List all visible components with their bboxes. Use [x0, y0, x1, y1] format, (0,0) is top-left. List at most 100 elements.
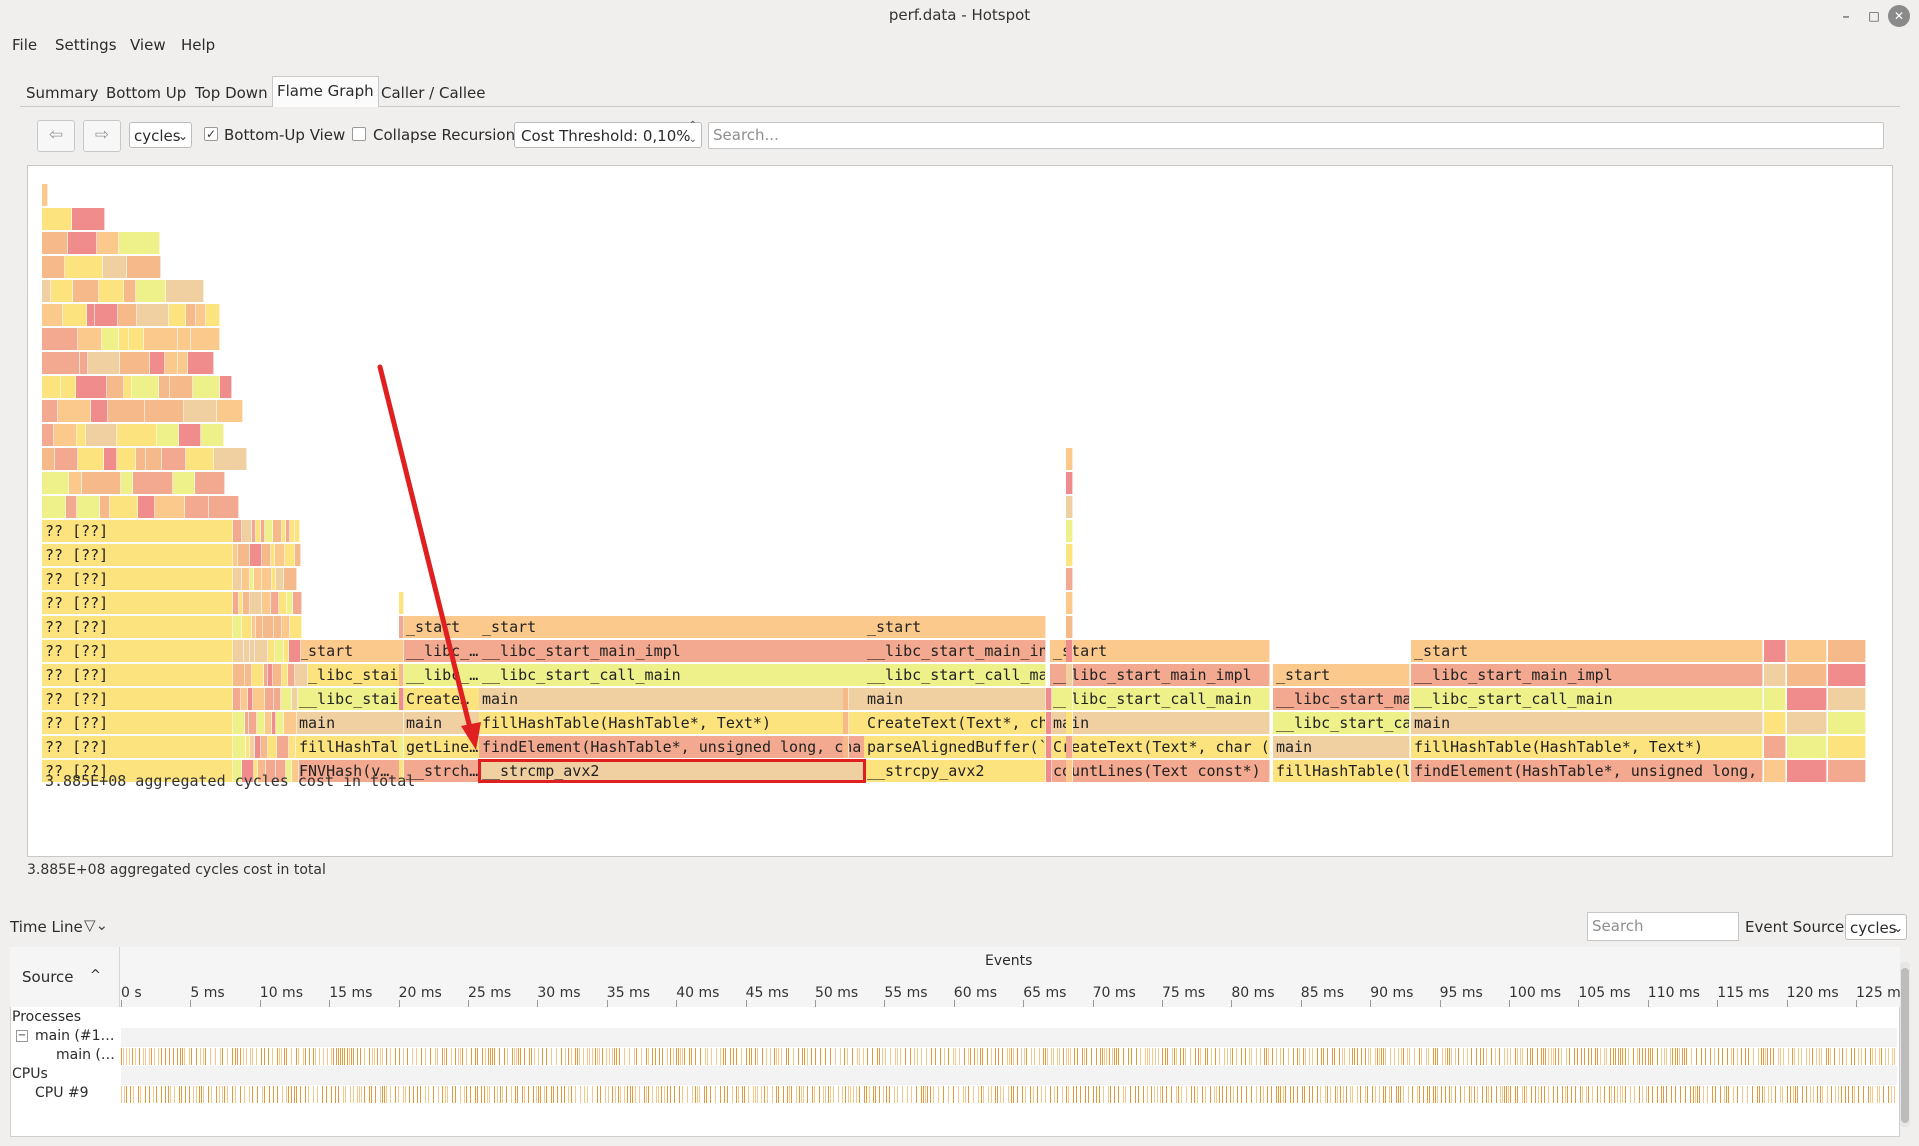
flame-frame-narrow[interactable]: [179, 424, 201, 446]
spin-arrows-icon[interactable]: ⌃ ⌄: [689, 119, 697, 147]
flame-frame[interactable]: main: [1411, 712, 1763, 734]
flame-frame-narrow[interactable]: [250, 592, 262, 614]
flame-frame-narrow[interactable]: [233, 640, 244, 662]
timeline-search-input[interactable]: Search: [1587, 912, 1739, 941]
event-type-select[interactable]: cycles ⌄: [129, 122, 192, 148]
flame-frame-narrow[interactable]: [1066, 712, 1073, 734]
flame-frame-narrow[interactable]: [1764, 640, 1786, 662]
flame-frame[interactable]: main: [403, 712, 483, 734]
flame-frame-narrow[interactable]: [265, 712, 272, 734]
flame-frame-narrow[interactable]: [285, 544, 295, 566]
flame-frame-narrow[interactable]: [95, 304, 118, 326]
flame-frame-narrow[interactable]: [1066, 736, 1073, 758]
flame-frame-narrow[interactable]: [1066, 592, 1073, 614]
flame-frame[interactable]: __libc_start_call_main: [479, 664, 865, 686]
flame-frame[interactable]: _start: [479, 616, 865, 638]
flame-frame-narrow[interactable]: [843, 736, 849, 758]
flame-frame-narrow[interactable]: [238, 544, 250, 566]
flame-frame-narrow[interactable]: [195, 472, 225, 494]
flame-frame-narrow[interactable]: [1828, 760, 1866, 782]
flame-frame-narrow[interactable]: [118, 304, 137, 326]
flame-frame-narrow[interactable]: [242, 520, 252, 542]
flame-frame-narrow[interactable]: [295, 544, 301, 566]
flame-frame[interactable]: ?? [??]: [42, 568, 233, 590]
collapse-icon[interactable]: −: [16, 1030, 28, 1042]
flame-frame-narrow[interactable]: [42, 304, 63, 326]
flame-frame-narrow[interactable]: [274, 616, 282, 638]
flame-frame-narrow[interactable]: [82, 472, 121, 494]
process-row[interactable]: main (#1…: [35, 1028, 115, 1044]
flame-frame-narrow[interactable]: [1066, 472, 1073, 494]
flame-frame-narrow[interactable]: [843, 712, 849, 734]
flame-frame[interactable]: __libc_stai: [296, 664, 402, 686]
flame-frame[interactable]: fillHashTal: [296, 736, 402, 758]
flame-frame[interactable]: __libc_start_ma: [1273, 688, 1410, 710]
flame-frame-narrow[interactable]: [145, 400, 184, 422]
flame-frame[interactable]: fillHashTable(HashTable*, Text*): [1411, 736, 1763, 758]
flame-frame-narrow[interactable]: [185, 496, 209, 518]
flame-frame-narrow[interactable]: [1764, 712, 1786, 734]
cost-threshold-spinbox[interactable]: Cost Threshold: 0,10% ⌃ ⌄: [514, 119, 702, 148]
flame-frame[interactable]: Create…: [403, 688, 483, 710]
flame-frame-narrow[interactable]: [88, 352, 120, 374]
flame-frame-narrow[interactable]: [132, 376, 159, 398]
flame-frame-narrow[interactable]: [136, 280, 166, 302]
flame-frame-narrow[interactable]: [144, 328, 178, 350]
flame-frame-narrow[interactable]: [124, 376, 132, 398]
flame-frame-narrow[interactable]: [42, 232, 68, 254]
flame-frame-narrow[interactable]: [255, 640, 268, 662]
flame-frame-narrow[interactable]: [1764, 760, 1786, 782]
collapse-recursion-checkbox[interactable]: [352, 127, 366, 141]
flame-frame[interactable]: ?? [??]: [42, 712, 233, 734]
flame-frame-narrow[interactable]: [165, 352, 178, 374]
flame-frame-narrow[interactable]: [119, 328, 129, 350]
flame-frame[interactable]: ?? [??]: [42, 640, 233, 662]
flame-frame[interactable]: __strcpy_avx2: [864, 760, 1046, 782]
flame-frame-narrow[interactable]: [166, 280, 204, 302]
flame-frame-narrow[interactable]: [1764, 736, 1786, 758]
flame-frame-narrow[interactable]: [249, 712, 257, 734]
flame-frame-narrow[interactable]: [399, 616, 404, 638]
flame-frame-narrow[interactable]: [121, 472, 133, 494]
filter-icon[interactable]: ▽⌄: [84, 916, 108, 934]
flame-frame-narrow[interactable]: [261, 736, 268, 758]
flame-frame-narrow[interactable]: [42, 280, 51, 302]
flame-frame-narrow[interactable]: [178, 352, 188, 374]
flame-frame-narrow[interactable]: [150, 352, 165, 374]
flame-frame[interactable]: findElement(HashTable*, unsigned long, c…: [479, 736, 865, 758]
flame-frame-narrow[interactable]: [233, 568, 242, 590]
flame-frame-narrow[interactable]: [233, 664, 245, 686]
menu-help[interactable]: Help: [181, 36, 215, 54]
flame-frame-narrow[interactable]: [206, 304, 220, 326]
flame-frame-narrow[interactable]: [119, 232, 160, 254]
flame-frame-narrow[interactable]: [42, 208, 72, 230]
flame-frame-narrow[interactable]: [65, 256, 103, 278]
flame-frame-narrow[interactable]: [243, 592, 250, 614]
flame-frame-narrow[interactable]: [107, 376, 124, 398]
flame-frame-narrow[interactable]: [86, 424, 117, 446]
flame-frame-narrow[interactable]: [117, 448, 136, 470]
flame-frame[interactable]: ?? [??]: [42, 736, 233, 758]
flame-frame-narrow[interactable]: [256, 616, 263, 638]
flame-frame-narrow[interactable]: [288, 664, 295, 686]
forward-button[interactable]: ⇨: [83, 120, 121, 152]
flame-frame[interactable]: __libc_start_call_main: [1050, 688, 1270, 710]
flame-frame-narrow[interactable]: [284, 712, 297, 734]
flame-frame-narrow[interactable]: [42, 496, 66, 518]
flame-frame-narrow[interactable]: [399, 688, 404, 710]
menu-file[interactable]: File: [12, 36, 37, 54]
close-button[interactable]: ✕: [1888, 5, 1910, 27]
flame-frame-narrow[interactable]: [1787, 688, 1827, 710]
flame-frame-narrow[interactable]: [1046, 688, 1052, 710]
flame-frame-narrow[interactable]: [97, 232, 119, 254]
flame-frame[interactable]: ?? [??]: [42, 520, 233, 542]
flame-frame[interactable]: _start: [1411, 640, 1763, 662]
flame-frame-narrow[interactable]: [263, 616, 274, 638]
flame-frame-narrow[interactable]: [42, 448, 55, 470]
flame-frame-narrow[interactable]: [254, 568, 262, 590]
flame-frame-narrow[interactable]: [51, 280, 73, 302]
tab-caller-callee[interactable]: Caller / Callee: [377, 80, 489, 106]
flame-frame-narrow[interactable]: [155, 496, 185, 518]
source-column-header[interactable]: Source ^: [10, 947, 120, 1007]
event-source-select[interactable]: cycles ⌄: [1845, 914, 1907, 940]
